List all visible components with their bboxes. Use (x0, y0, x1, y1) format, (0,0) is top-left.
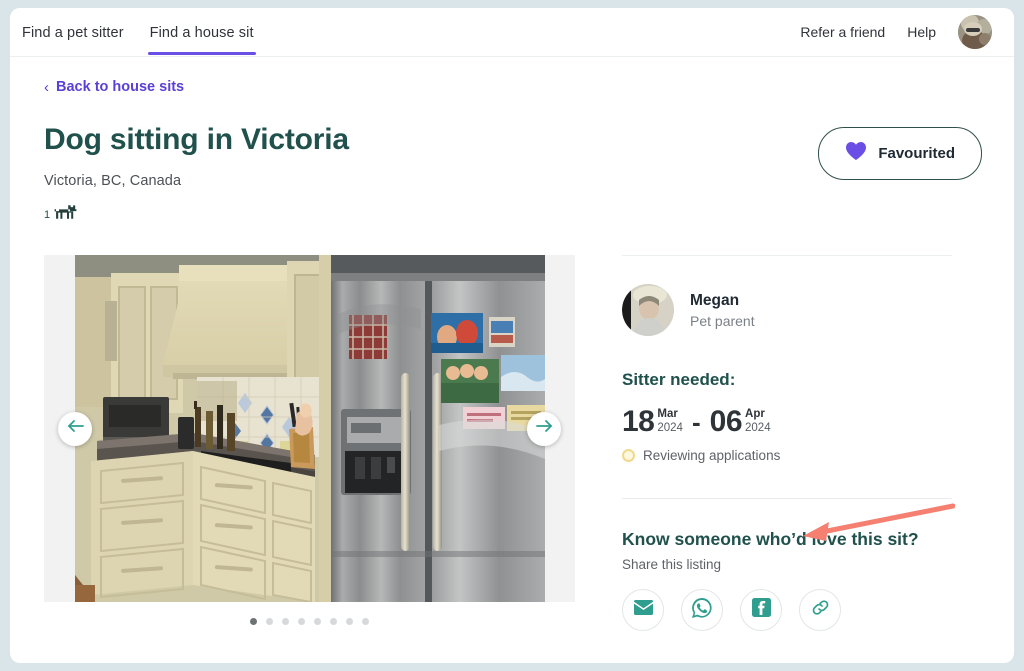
end-day: 06 (709, 405, 743, 438)
carousel-stage (44, 255, 575, 602)
carousel-dots (44, 618, 575, 625)
carousel-dot[interactable] (314, 618, 321, 625)
start-month: Mar (657, 408, 678, 420)
chevron-left-icon: ‹ (44, 78, 49, 96)
tab-find-a-house-sit[interactable]: Find a house sit (147, 10, 256, 55)
listing-header: Dog sitting in Victoria Victoria, BC, Ca… (44, 123, 982, 225)
listing-location: Victoria, BC, Canada (44, 173, 182, 189)
carousel-dot[interactable] (298, 618, 305, 625)
carousel-dot[interactable] (266, 618, 273, 625)
start-day: 18 (622, 405, 655, 438)
facebook-share-button[interactable] (740, 589, 782, 631)
arrow-right-icon (535, 419, 553, 438)
carousel-dot[interactable] (346, 618, 353, 625)
listing-title-group: Dog sitting in Victoria Victoria, BC, Ca… (44, 123, 349, 225)
facebook-icon (751, 598, 771, 622)
tab-find-a-pet-sitter[interactable]: Find a pet sitter (20, 10, 126, 55)
back-to-house-sits-link[interactable]: ‹ Back to house sits (44, 79, 184, 95)
page-title: Dog sitting in Victoria (44, 123, 349, 156)
status-badge: Reviewing applications (643, 448, 781, 463)
owner-avatar-image (622, 284, 674, 336)
end-date: 06 Apr 2024 (710, 406, 771, 438)
carousel-prev-button[interactable] (58, 411, 92, 446)
page-content: ‹ Back to house sits Dog sitting in Vict… (10, 57, 1014, 631)
share-buttons (622, 589, 952, 631)
status-badge-icon (622, 449, 635, 462)
pet-count: 1 (44, 208, 51, 221)
favourite-button[interactable]: Favourited (818, 127, 982, 180)
owner-role: Pet parent (690, 312, 755, 329)
listing-body: Megan Pet parent Sitter needed: 18 Mar 2… (44, 255, 982, 631)
refer-a-friend-link[interactable]: Refer a friend (800, 24, 885, 40)
pet-summary: 1 (44, 204, 349, 225)
back-link-label: Back to house sits (56, 79, 185, 95)
application-status: Reviewing applications (622, 448, 952, 463)
app-window: Find a pet sitter Find a house sit Refer… (10, 8, 1014, 663)
copy-link-button[interactable] (799, 589, 841, 631)
header-actions: Refer a friend Help (800, 15, 992, 49)
sitter-needed-heading: Sitter needed: (622, 370, 736, 389)
end-month-year: Apr 2024 (745, 408, 771, 434)
carousel-dot[interactable] (362, 618, 369, 625)
favourite-label: Favourited (878, 145, 955, 162)
carousel-dot[interactable] (330, 618, 337, 625)
listing-sidebar: Megan Pet parent Sitter needed: 18 Mar 2… (622, 255, 952, 631)
start-year: 2024 (657, 422, 683, 434)
envelope-icon (633, 600, 653, 620)
whatsapp-share-button[interactable] (681, 589, 723, 631)
photo-carousel (44, 255, 575, 631)
heart-icon (845, 141, 867, 166)
owner-avatar[interactable] (622, 284, 674, 336)
share-heading: Know someone who’d love this sit? (622, 529, 919, 549)
end-year: 2024 (745, 422, 771, 434)
owner-name: Megan (690, 291, 740, 309)
dog-icon (54, 204, 77, 225)
sidebar-divider (622, 498, 952, 499)
help-link[interactable]: Help (907, 24, 936, 40)
carousel-dot[interactable] (250, 618, 257, 625)
email-share-button[interactable] (622, 589, 664, 631)
start-month-year: Mar 2024 (657, 408, 683, 434)
sit-date-range: 18 Mar 2024 - 06 Apr 2024 (622, 406, 952, 438)
carousel-next-button[interactable] (527, 411, 561, 446)
end-month: Apr (745, 408, 765, 420)
avatar-image (958, 15, 992, 49)
owner-info: Megan Pet parent (622, 284, 952, 336)
link-icon (811, 598, 830, 622)
carousel-dot[interactable] (282, 618, 289, 625)
whatsapp-icon (692, 597, 712, 623)
start-date: 18 Mar 2024 (622, 406, 683, 438)
date-separator: - (691, 407, 701, 437)
kitchen-photo (75, 255, 545, 602)
site-header: Find a pet sitter Find a house sit Refer… (10, 8, 1014, 57)
carousel-image (75, 255, 545, 602)
owner-text: Megan Pet parent (690, 292, 755, 329)
arrow-left-icon (67, 419, 84, 438)
share-subtitle: Share this listing (622, 557, 722, 572)
avatar[interactable] (958, 15, 992, 49)
